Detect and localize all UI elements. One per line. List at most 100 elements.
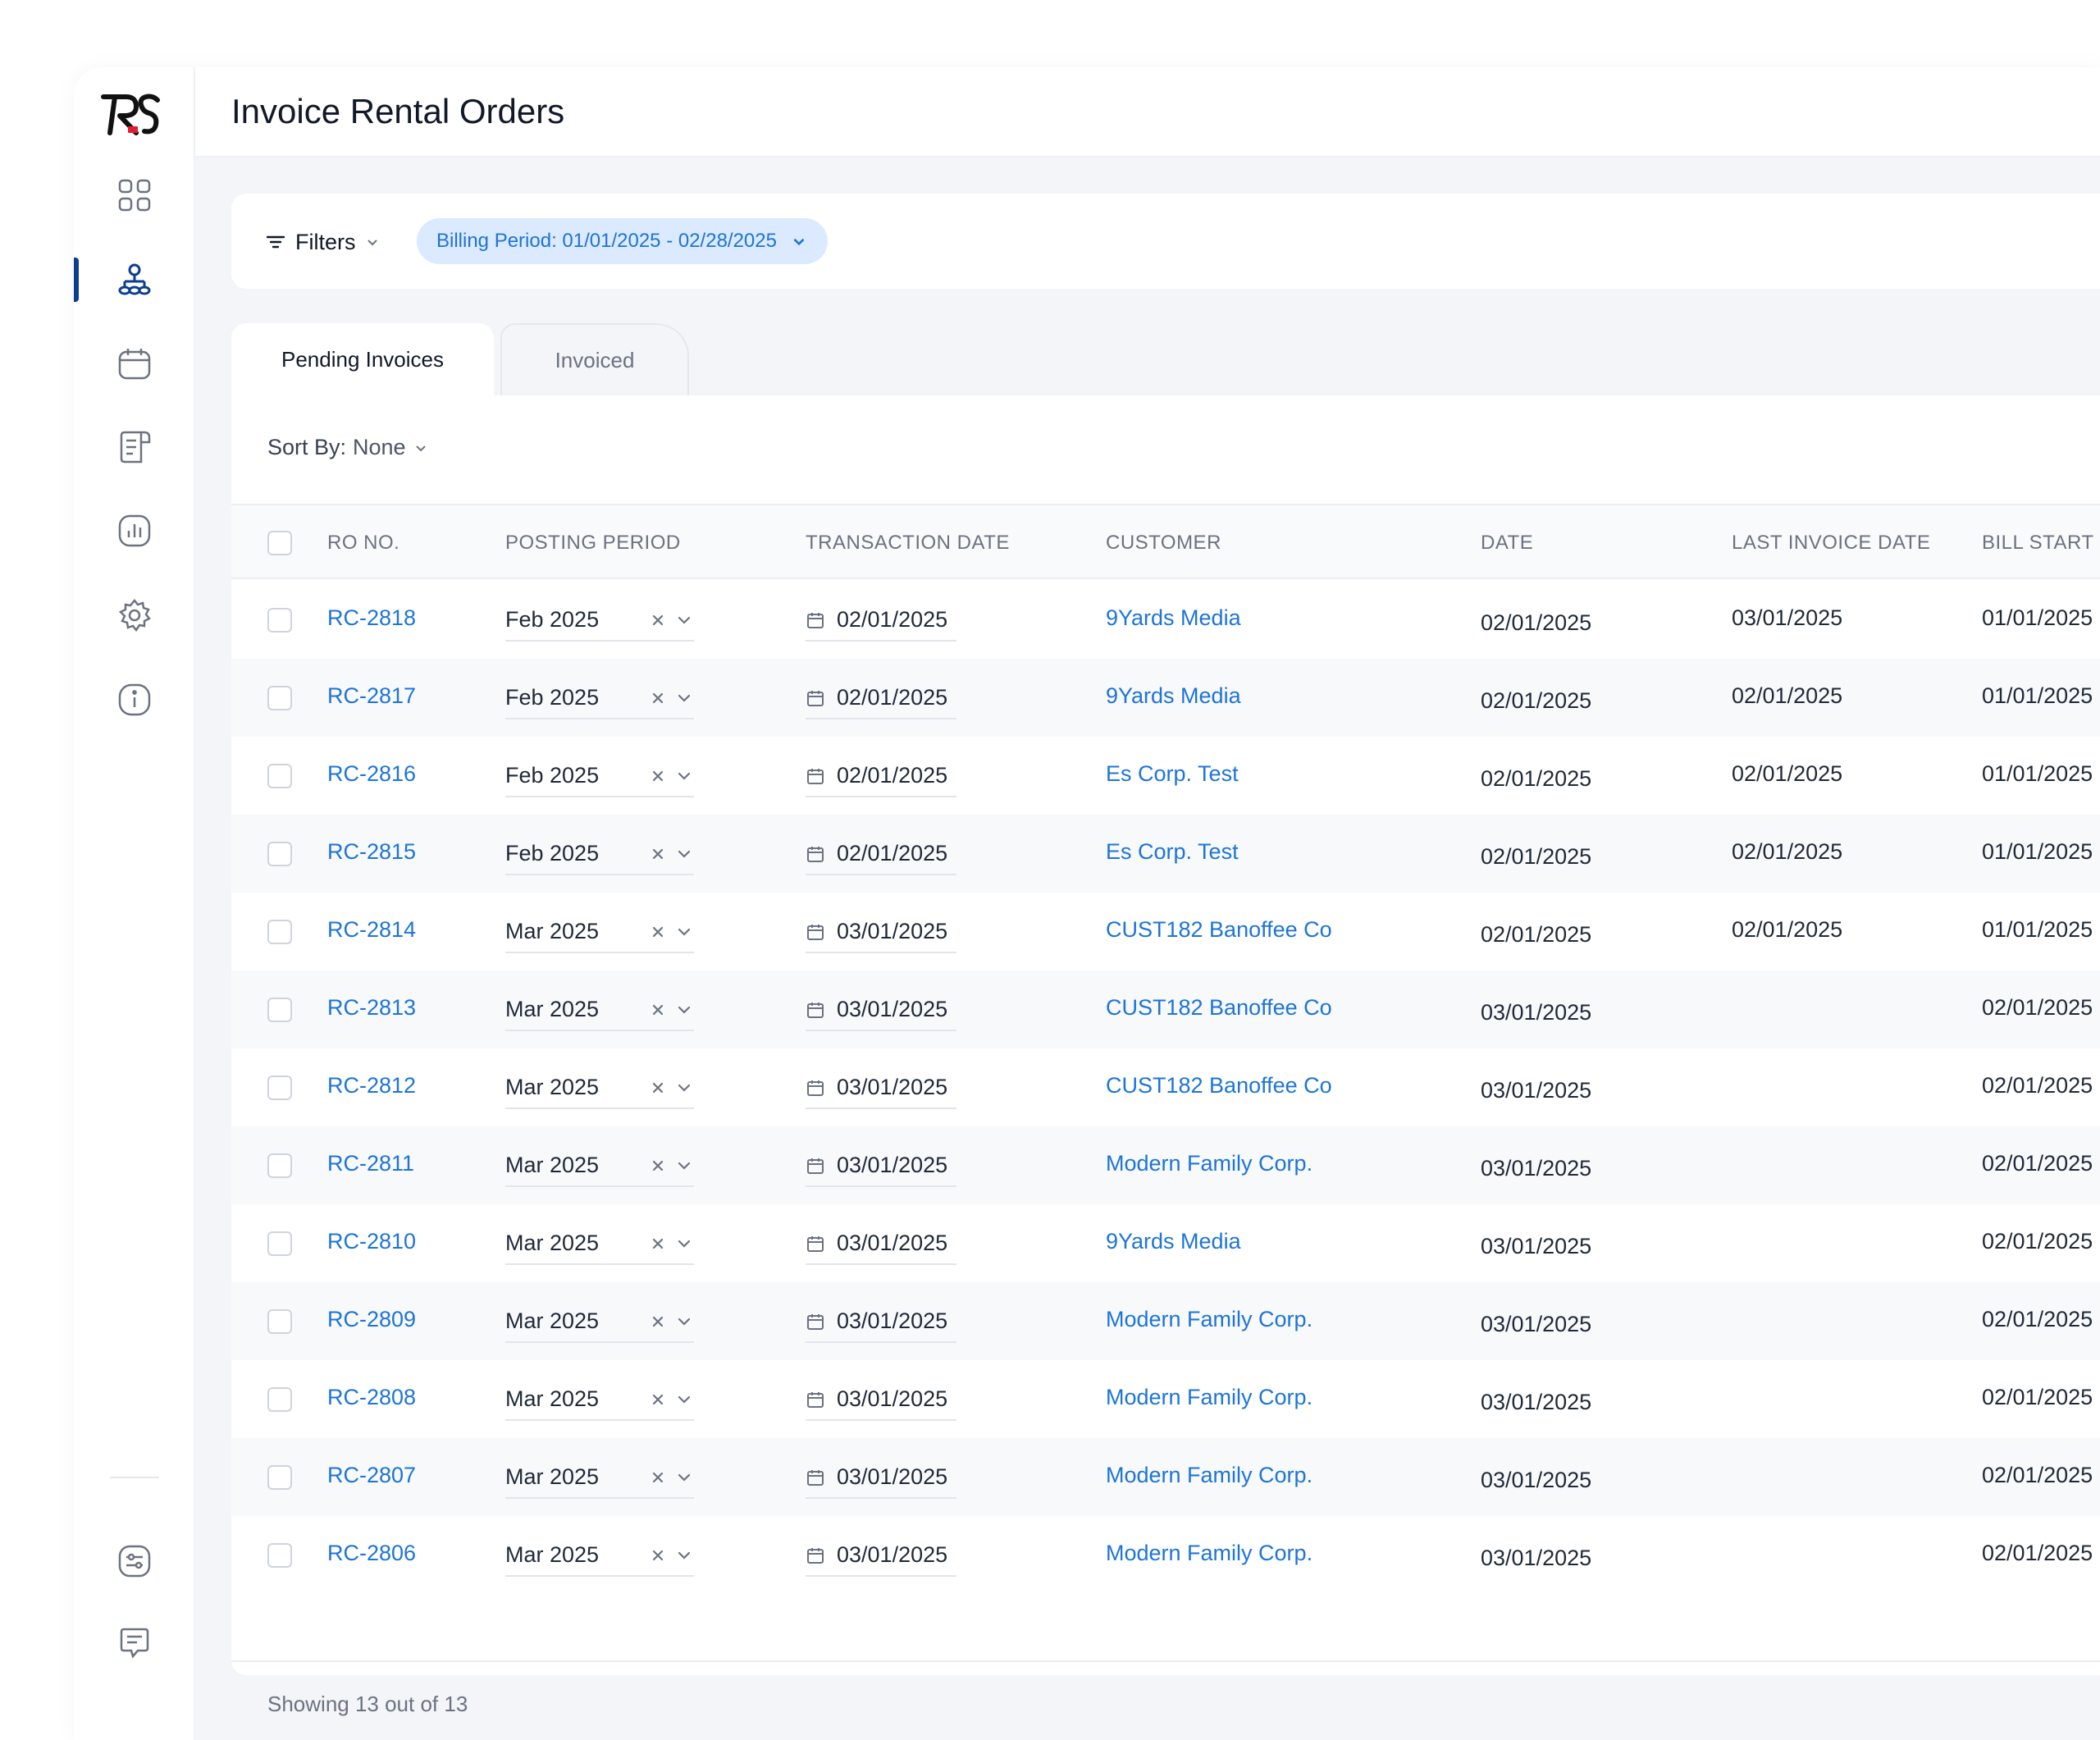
- chevron-down-icon[interactable]: [674, 688, 694, 708]
- rs-logo[interactable]: [98, 90, 161, 138]
- transaction-date-picker[interactable]: 03/01/2025: [806, 1378, 956, 1421]
- nav-reports[interactable]: [74, 502, 195, 559]
- column-header-posting-period[interactable]: POSTING PERIOD: [505, 505, 681, 581]
- transaction-date-picker[interactable]: 03/01/2025: [806, 1144, 956, 1187]
- row-checkbox[interactable]: [267, 1153, 292, 1178]
- ro-number-link[interactable]: RC-2807: [327, 1463, 416, 1488]
- posting-period-select[interactable]: Feb 2025: [505, 755, 694, 797]
- column-header-transaction-date[interactable]: TRANSACTION DATE: [806, 505, 1010, 581]
- chevron-down-icon[interactable]: [674, 1000, 694, 1020]
- ro-number-link[interactable]: RC-2814: [327, 917, 416, 943]
- row-checkbox[interactable]: [267, 998, 292, 1022]
- ro-number-link[interactable]: RC-2817: [327, 683, 416, 709]
- transaction-date-picker[interactable]: 02/01/2025: [806, 755, 956, 797]
- ro-number-link[interactable]: RC-2808: [327, 1385, 416, 1410]
- posting-period-select[interactable]: Mar 2025: [505, 1144, 694, 1187]
- clear-icon[interactable]: [648, 1546, 668, 1565]
- customer-link[interactable]: Modern Family Corp.: [1106, 1151, 1312, 1176]
- ro-number-link[interactable]: RC-2806: [327, 1541, 416, 1566]
- nav-organization[interactable]: [74, 251, 195, 308]
- posting-period-select[interactable]: Feb 2025: [505, 833, 694, 875]
- chevron-down-icon[interactable]: [674, 922, 694, 942]
- posting-period-select[interactable]: Mar 2025: [505, 1300, 694, 1343]
- nav-calendar[interactable]: [74, 335, 195, 392]
- table-row[interactable]: RC-2817 Feb 2025 02/01/2025 9Yards Media 02/…: [231, 659, 2100, 737]
- clear-icon[interactable]: [648, 1078, 668, 1098]
- customer-link[interactable]: Es Corp. Test: [1106, 839, 1239, 865]
- customer-link[interactable]: Modern Family Corp.: [1106, 1385, 1312, 1410]
- clear-icon[interactable]: [648, 1468, 668, 1487]
- table-row[interactable]: RC-2813 Mar 2025 03/01/2025 CUST182 Banoffe…: [231, 970, 2100, 1048]
- customer-link[interactable]: 9Yards Media: [1106, 683, 1241, 709]
- clear-icon[interactable]: [648, 1234, 668, 1254]
- clear-icon[interactable]: [648, 1390, 668, 1409]
- transaction-date-picker[interactable]: 03/01/2025: [806, 1534, 956, 1577]
- chevron-down-icon[interactable]: [674, 1546, 694, 1565]
- nav-settings[interactable]: [74, 587, 195, 644]
- clear-icon[interactable]: [648, 922, 668, 942]
- chevron-down-icon[interactable]: [674, 844, 694, 864]
- table-row[interactable]: RC-2810 Mar 2025 03/01/2025 9Yards Media 03/…: [231, 1204, 2100, 1282]
- clear-icon[interactable]: [648, 1156, 668, 1176]
- customer-link[interactable]: Modern Family Corp.: [1106, 1463, 1312, 1488]
- row-checkbox[interactable]: [267, 1309, 292, 1334]
- row-checkbox[interactable]: [267, 1076, 292, 1100]
- table-row[interactable]: RC-2816 Feb 2025 02/01/2025 Es Corp. Test 02…: [231, 737, 2100, 815]
- transaction-date-picker[interactable]: 03/01/2025: [806, 989, 956, 1031]
- table-row[interactable]: RC-2812 Mar 2025 03/01/2025 CUST182 Banoffe…: [231, 1048, 2100, 1126]
- table-row[interactable]: RC-2818 Feb 2025 02/01/2025 9Yards Media 02/…: [231, 581, 2100, 659]
- clear-icon[interactable]: [648, 1000, 668, 1020]
- row-checkbox[interactable]: [267, 1465, 292, 1490]
- row-checkbox[interactable]: [267, 1231, 292, 1256]
- customer-link[interactable]: Es Corp. Test: [1106, 761, 1239, 787]
- ro-number-link[interactable]: RC-2816: [327, 761, 416, 787]
- chevron-down-icon[interactable]: [674, 1234, 694, 1254]
- tab-pending-invoices[interactable]: Pending Invoices: [231, 323, 494, 395]
- row-checkbox[interactable]: [267, 608, 292, 633]
- posting-period-select[interactable]: Mar 2025: [505, 989, 694, 1031]
- chevron-down-icon[interactable]: [674, 1312, 694, 1331]
- row-checkbox[interactable]: [267, 920, 292, 944]
- ro-number-link[interactable]: RC-2813: [327, 995, 416, 1021]
- row-checkbox[interactable]: [267, 686, 292, 710]
- customer-link[interactable]: CUST182 Banoffee Co: [1106, 995, 1332, 1021]
- posting-period-select[interactable]: Mar 2025: [505, 1534, 694, 1577]
- nav-documents[interactable]: [74, 418, 195, 476]
- nav-preferences[interactable]: [74, 1532, 195, 1590]
- table-row[interactable]: RC-2815 Feb 2025 02/01/2025 Es Corp. Test 02…: [231, 815, 2100, 893]
- table-row[interactable]: RC-2814 Mar 2025 03/01/2025 CUST182 Banoffe…: [231, 893, 2100, 970]
- transaction-date-picker[interactable]: 03/01/2025: [806, 911, 956, 953]
- nav-feedback[interactable]: [74, 1614, 195, 1672]
- chevron-down-icon[interactable]: [674, 1390, 694, 1409]
- tab-invoiced[interactable]: Invoiced: [500, 323, 689, 395]
- column-header-bill-start[interactable]: BILL START: [1982, 505, 2094, 581]
- ro-number-link[interactable]: RC-2811: [327, 1151, 414, 1176]
- sort-by-dropdown[interactable]: Sort By: None: [267, 435, 429, 460]
- transaction-date-picker[interactable]: 03/01/2025: [806, 1066, 956, 1109]
- posting-period-select[interactable]: Mar 2025: [505, 1066, 694, 1109]
- select-all-checkbox[interactable]: [267, 531, 292, 555]
- row-checkbox[interactable]: [267, 842, 292, 866]
- customer-link[interactable]: 9Yards Media: [1106, 605, 1241, 631]
- customer-link[interactable]: CUST182 Banoffee Co: [1106, 1073, 1332, 1098]
- clear-icon[interactable]: [648, 1312, 668, 1331]
- clear-icon[interactable]: [648, 610, 668, 630]
- table-row[interactable]: RC-2806 Mar 2025 03/01/2025 Modern Family C…: [231, 1516, 2100, 1594]
- ro-number-link[interactable]: RC-2810: [327, 1229, 416, 1254]
- chevron-down-icon[interactable]: [674, 766, 694, 786]
- table-row[interactable]: RC-2809 Mar 2025 03/01/2025 Modern Family C…: [231, 1282, 2100, 1360]
- nav-info[interactable]: [74, 671, 195, 728]
- posting-period-select[interactable]: Mar 2025: [505, 911, 694, 953]
- column-header-ro-no[interactable]: RO NO.: [327, 505, 399, 581]
- posting-period-select[interactable]: Feb 2025: [505, 677, 694, 719]
- transaction-date-picker[interactable]: 02/01/2025: [806, 599, 956, 642]
- customer-link[interactable]: 9Yards Media: [1106, 1229, 1241, 1254]
- transaction-date-picker[interactable]: 03/01/2025: [806, 1222, 956, 1265]
- transaction-date-picker[interactable]: 03/01/2025: [806, 1300, 956, 1343]
- table-row[interactable]: RC-2808 Mar 2025 03/01/2025 Modern Family C…: [231, 1360, 2100, 1438]
- ro-number-link[interactable]: RC-2809: [327, 1307, 416, 1332]
- row-checkbox[interactable]: [267, 764, 292, 788]
- posting-period-select[interactable]: Mar 2025: [505, 1222, 694, 1265]
- transaction-date-picker[interactable]: 02/01/2025: [806, 833, 956, 875]
- ro-number-link[interactable]: RC-2812: [327, 1073, 416, 1098]
